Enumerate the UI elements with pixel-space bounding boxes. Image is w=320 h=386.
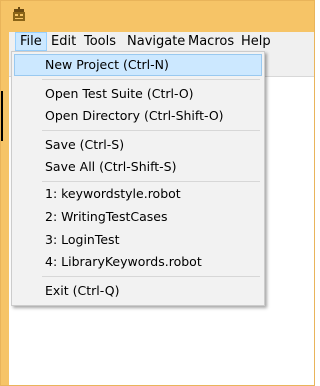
left-frame-edge	[1, 91, 3, 141]
menu-file[interactable]: File	[15, 32, 47, 51]
menu-item-exit[interactable]: Exit (Ctrl-Q)	[14, 280, 262, 302]
menu-item-label: 3: LoginTest	[45, 232, 120, 247]
app-window: File Edit Tools Navigate Macros Help New…	[0, 0, 315, 386]
menu-separator	[42, 79, 260, 80]
robot-app-icon	[13, 7, 25, 21]
menu-separator	[42, 181, 260, 182]
menu-item-label: 2: WritingTestCases	[45, 209, 168, 224]
menu-help[interactable]: Help	[237, 33, 275, 50]
menu-macros[interactable]: Macros	[184, 33, 238, 50]
menu-tools[interactable]: Tools	[80, 33, 120, 50]
menu-item-save-all[interactable]: Save All (Ctrl-Shift-S)	[14, 156, 262, 178]
menu-item-open-test-suite[interactable]: Open Test Suite (Ctrl-O)	[14, 83, 262, 105]
menu-item-recent-3[interactable]: 3: LoginTest	[14, 229, 262, 251]
menu-bar: File Edit Tools Navigate Macros Help	[9, 32, 314, 52]
menu-item-recent-1[interactable]: 1: keywordstyle.robot	[14, 183, 262, 205]
menu-item-label: Exit (Ctrl-Q)	[45, 283, 120, 298]
menu-separator	[42, 276, 260, 277]
menu-item-recent-4[interactable]: 4: LibraryKeywords.robot	[14, 251, 262, 273]
menu-item-label: 1: keywordstyle.robot	[45, 186, 181, 201]
menu-item-recent-2[interactable]: 2: WritingTestCases	[14, 206, 262, 228]
menu-item-label: Save (Ctrl-S)	[45, 137, 125, 152]
menu-item-label: New Project (Ctrl-N)	[45, 57, 169, 72]
menu-item-new-project[interactable]: New Project (Ctrl-N)	[14, 54, 262, 76]
file-menu-dropdown: New Project (Ctrl-N) Open Test Suite (Ct…	[11, 51, 265, 306]
menu-item-label: 4: LibraryKeywords.robot	[45, 254, 202, 269]
menu-item-label: Save All (Ctrl-Shift-S)	[45, 159, 177, 174]
title-bar[interactable]	[1, 1, 314, 31]
menu-item-label: Open Test Suite (Ctrl-O)	[45, 86, 194, 101]
menu-item-open-directory[interactable]: Open Directory (Ctrl-Shift-O)	[14, 105, 262, 127]
menu-item-label: Open Directory (Ctrl-Shift-O)	[45, 108, 224, 123]
menu-item-save[interactable]: Save (Ctrl-S)	[14, 134, 262, 156]
menu-navigate[interactable]: Navigate	[123, 33, 189, 50]
menu-separator	[42, 130, 260, 131]
menu-edit[interactable]: Edit	[47, 33, 80, 50]
